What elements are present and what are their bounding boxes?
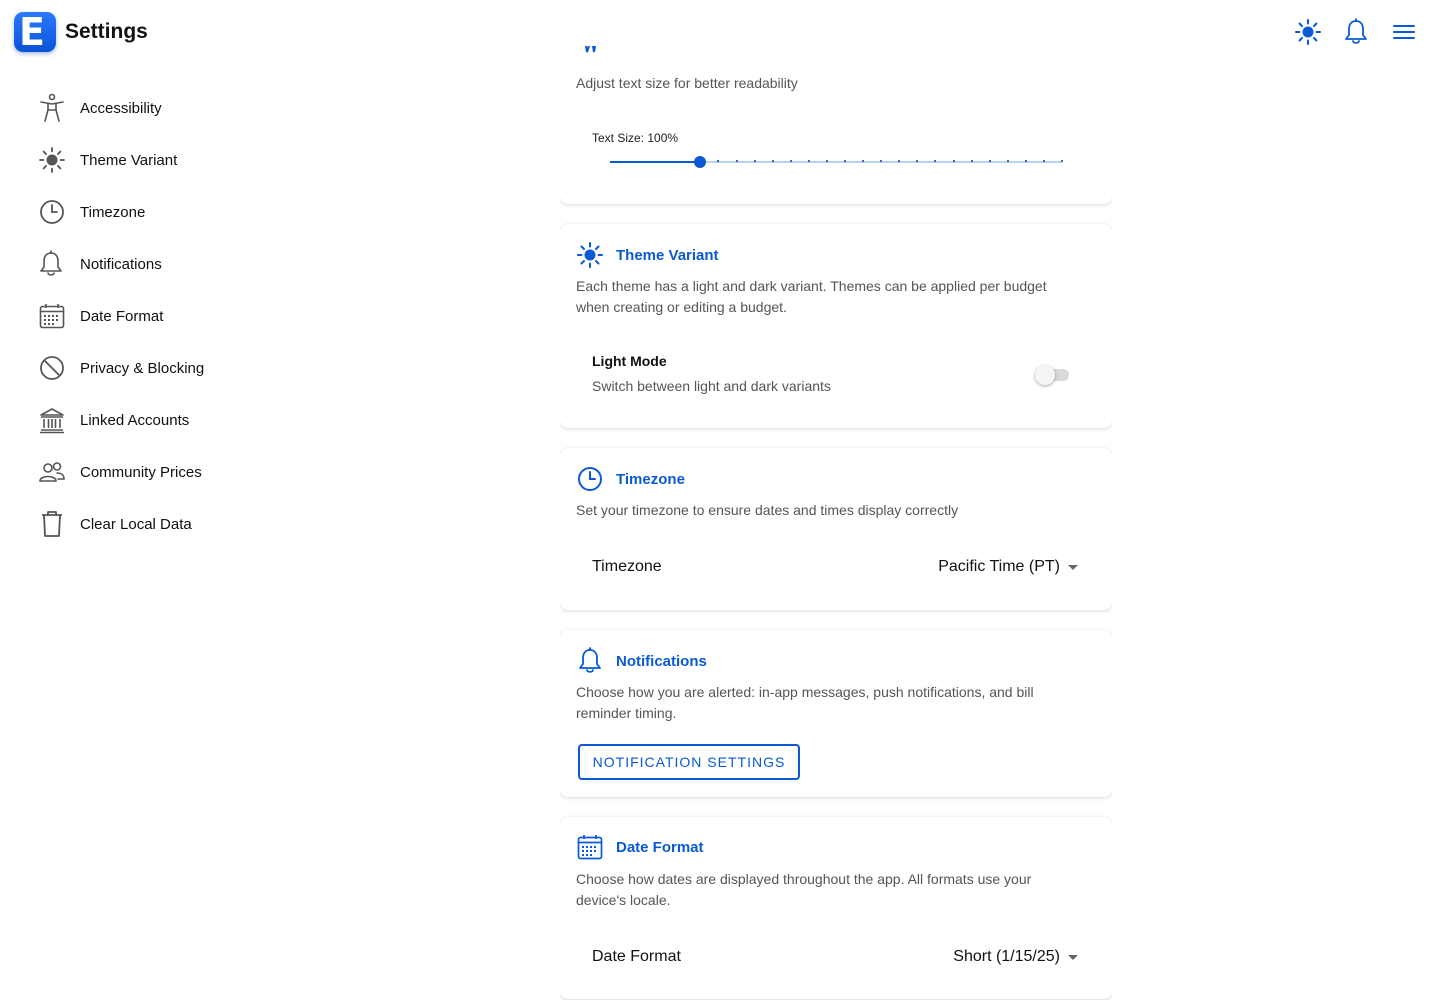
- text-size-label: Text Size: 100%: [592, 131, 679, 145]
- sidebar-item-label: Community Prices: [80, 463, 202, 481]
- sidebar-item-label: Linked Accounts: [80, 411, 190, 429]
- settings-sidebar: Accessibility Theme Variant Timezone Not…: [24, 82, 284, 550]
- sidebar-item-label: Theme Variant: [80, 151, 178, 169]
- sidebar-item-community-prices[interactable]: Community Prices: [24, 446, 284, 498]
- date-format-field-label: Date Format: [592, 948, 681, 965]
- accessibility-description: Adjust text size for better readability: [576, 75, 798, 91]
- light-mode-title: Light Mode: [592, 353, 667, 369]
- card-title: Timezone: [616, 470, 685, 488]
- slider-step-mark: [807, 160, 810, 162]
- app-header: E Settings: [0, 0, 1440, 64]
- slider-step-mark: [825, 160, 828, 162]
- bell-icon: [579, 647, 601, 673]
- timezone-value: Pacific Time (PT): [938, 558, 1060, 575]
- bell-icon: [40, 250, 62, 276]
- card-title: Theme Variant: [616, 246, 719, 264]
- sidebar-item-label: Notifications: [80, 255, 162, 273]
- slider-step-mark: [898, 160, 901, 162]
- bank-icon: [40, 408, 64, 434]
- chevron-down-icon: [1068, 564, 1078, 570]
- light-mode-toggle[interactable]: [1035, 364, 1073, 386]
- sidebar-item-label: Timezone: [80, 203, 146, 221]
- sidebar-item-label: Date Format: [80, 307, 164, 325]
- toggle-knob: [1035, 365, 1055, 385]
- notifications-description: Choose how you are alerted: in-app messa…: [576, 684, 1034, 721]
- block-icon: [40, 356, 64, 380]
- sun-icon: [1295, 19, 1321, 45]
- slider-step-mark: [717, 160, 720, 162]
- theme-description: Each theme has a light and dark variant.…: [576, 278, 1047, 315]
- sidebar-item-timezone[interactable]: Timezone: [24, 186, 284, 238]
- card-title: Notifications: [616, 652, 707, 670]
- bell-icon: [1345, 18, 1367, 44]
- sidebar-item-label: Clear Local Data: [80, 515, 192, 533]
- accessibility-icon: [40, 93, 64, 122]
- calendar-icon: [577, 835, 603, 860]
- sun-icon: [577, 242, 603, 268]
- date-format-select[interactable]: Short (1/15/25): [953, 948, 1078, 966]
- sidebar-item-accessibility[interactable]: Accessibility: [24, 82, 284, 134]
- slider-step-mark: [844, 160, 847, 162]
- theme-variant-card: Theme Variant Each theme has a light and…: [560, 224, 1112, 428]
- sidebar-item-theme-variant[interactable]: Theme Variant: [24, 134, 284, 186]
- people-icon: [39, 462, 65, 482]
- app-logo[interactable]: E: [14, 12, 56, 52]
- sidebar-item-privacy-blocking[interactable]: Privacy & Blocking: [24, 342, 284, 394]
- logo-letter: E: [19, 10, 45, 54]
- slider-step-mark: [1006, 160, 1009, 162]
- light-mode-subtitle: Switch between light and dark variants: [592, 378, 831, 394]
- notification-settings-button[interactable]: NOTIFICATION SETTINGS: [578, 744, 800, 780]
- slider-step-mark: [916, 160, 919, 162]
- slider-step-mark: [970, 160, 973, 162]
- slider-step-mark: [735, 160, 738, 162]
- sun-icon: [39, 147, 65, 173]
- settings-content: Adjust text size for better readability …: [560, 0, 1112, 1000]
- slider-thumb[interactable]: [694, 156, 707, 168]
- menu-icon: [1393, 25, 1415, 39]
- slider-step-mark: [771, 160, 774, 162]
- notifications-card: Notifications Choose how you are alerted…: [560, 630, 1112, 797]
- slider-step-mark: [988, 160, 991, 162]
- timezone-card: Timezone Set your timezone to ensure dat…: [560, 448, 1112, 610]
- menu-button[interactable]: [1388, 16, 1420, 48]
- theme-toggle-button[interactable]: [1292, 16, 1324, 48]
- sidebar-item-label: Accessibility: [80, 99, 162, 117]
- timezone-field-label: Timezone: [592, 558, 662, 575]
- slider-step-mark: [1061, 160, 1063, 162]
- slider-step-mark: [789, 160, 792, 162]
- sidebar-item-notifications[interactable]: Notifications: [24, 238, 284, 290]
- date-format-description: Choose how dates are displayed throughou…: [576, 871, 1032, 908]
- timezone-description: Set your timezone to ensure dates and ti…: [576, 502, 959, 518]
- slider-step-mark: [880, 160, 883, 162]
- slider-step-mark: [952, 160, 955, 162]
- sidebar-item-clear-local-data[interactable]: Clear Local Data: [24, 498, 284, 550]
- notifications-button[interactable]: [1340, 16, 1372, 48]
- trash-icon: [42, 511, 62, 537]
- timezone-select[interactable]: Pacific Time (PT): [938, 558, 1078, 576]
- date-format-card: Date Format Choose how dates are display…: [560, 817, 1112, 999]
- date-format-value: Short (1/15/25): [953, 948, 1060, 965]
- slider-step-mark: [862, 160, 865, 162]
- page-title: Settings: [65, 20, 148, 43]
- sidebar-item-label: Privacy & Blocking: [80, 359, 205, 377]
- slider-step-mark: [753, 160, 756, 162]
- slider-fill: [610, 161, 701, 163]
- card-title: Date Format: [616, 838, 704, 856]
- sidebar-item-date-format[interactable]: Date Format: [24, 290, 284, 342]
- slider-step-mark: [1024, 160, 1027, 162]
- clock-icon: [40, 200, 64, 224]
- chevron-down-icon: [1068, 954, 1078, 960]
- slider-step-mark: [934, 160, 937, 162]
- clock-icon: [578, 467, 602, 491]
- calendar-icon: [39, 304, 65, 329]
- text-size-slider[interactable]: [610, 156, 1063, 168]
- slider-step-mark: [1042, 160, 1045, 162]
- sidebar-item-linked-accounts[interactable]: Linked Accounts: [24, 394, 284, 446]
